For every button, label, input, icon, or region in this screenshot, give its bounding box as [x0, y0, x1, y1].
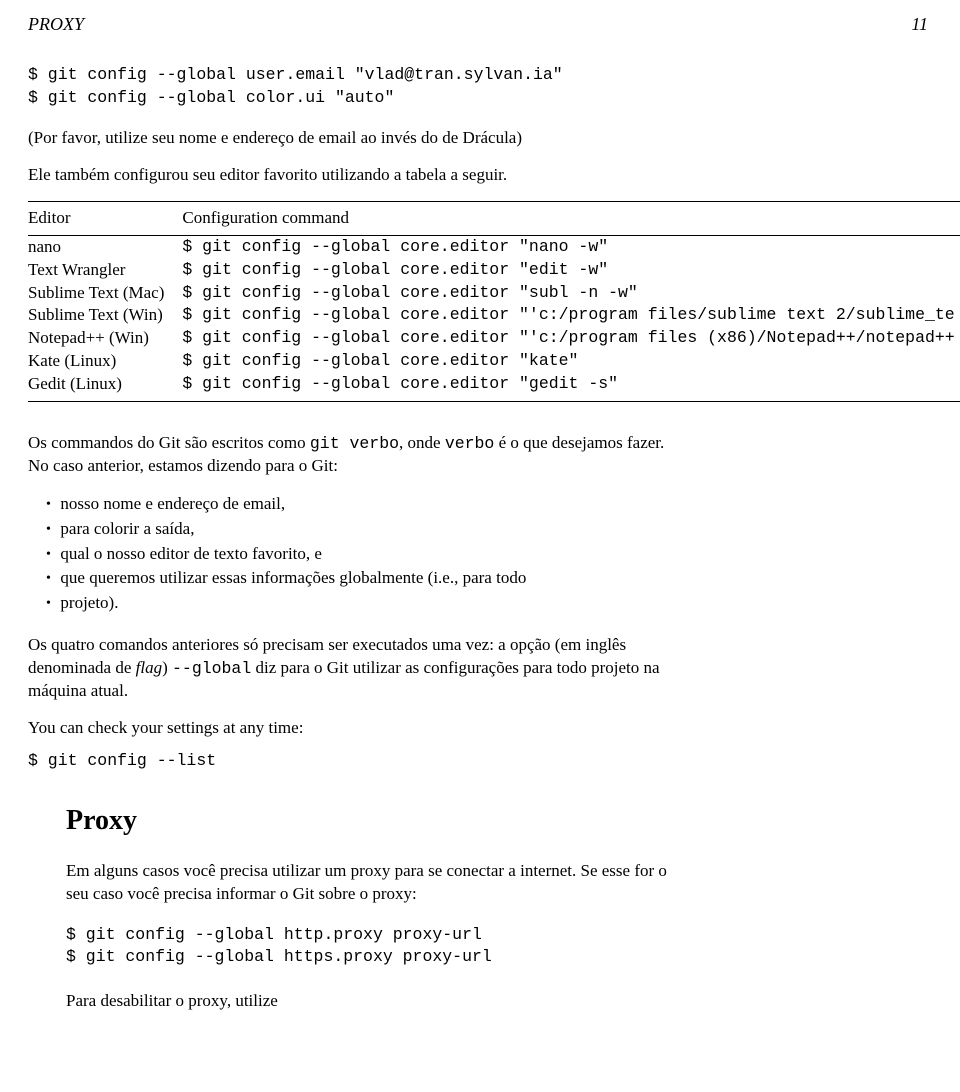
- code-block-list: $ git config --list: [28, 750, 960, 772]
- editor-name: Notepad++ (Win): [28, 327, 182, 350]
- running-head: PROXY 11: [28, 12, 960, 36]
- paragraph: You can check your settings at any time:: [28, 717, 678, 740]
- editor-name: Text Wrangler: [28, 259, 182, 282]
- editor-name: nano: [28, 236, 182, 259]
- editor-command: $ git config --global core.editor "gedit…: [182, 373, 960, 401]
- editor-name: Gedit (Linux): [28, 373, 182, 401]
- running-head-right: 11: [911, 12, 928, 36]
- list-item: nosso nome e endereço de email,: [46, 492, 960, 517]
- paragraph: Ele também configurou seu editor favorit…: [28, 164, 668, 187]
- editor-name: Sublime Text (Mac): [28, 282, 182, 305]
- editor-command: $ git config --global core.editor "subl …: [182, 282, 960, 305]
- section-proxy: Proxy Em alguns casos você precisa utili…: [66, 802, 960, 1013]
- paragraph: Os commandos do Git são escritos como gi…: [28, 432, 678, 478]
- editor-command: $ git config --global core.editor "edit …: [182, 259, 960, 282]
- list-item: qual o nosso editor de texto favorito, e: [46, 542, 960, 567]
- table-header: Editor: [28, 202, 182, 235]
- code-block-config: $ git config --global user.email "vlad@t…: [28, 64, 960, 109]
- editor-name: Sublime Text (Win): [28, 304, 182, 327]
- list-item: para colorir a saída,: [46, 517, 960, 542]
- table-row: Text Wrangler $ git config --global core…: [28, 259, 960, 282]
- editor-name: Kate (Linux): [28, 350, 182, 373]
- table-row: Sublime Text (Mac) $ git config --global…: [28, 282, 960, 305]
- editor-command: $ git config --global core.editor "'c:/p…: [182, 304, 960, 327]
- editor-table: Editor Configuration command nano $ git …: [28, 202, 960, 402]
- table-header: Configuration command: [182, 202, 960, 235]
- editor-command: $ git config --global core.editor "nano …: [182, 236, 960, 259]
- table-row: Gedit (Linux) $ git config --global core…: [28, 373, 960, 401]
- list-item: que queremos utilizar essas informações …: [46, 566, 960, 591]
- bullet-list: nosso nome e endereço de email, para col…: [46, 492, 960, 615]
- editor-command: $ git config --global core.editor "'c:/p…: [182, 327, 960, 350]
- paragraph: Em alguns casos você precisa utilizar um…: [66, 860, 682, 906]
- paragraph: Para desabilitar o proxy, utilize: [66, 990, 682, 1013]
- editor-table-wrap: Editor Configuration command nano $ git …: [28, 201, 960, 403]
- paragraph: Os quatro comandos anteriores só precisa…: [28, 634, 678, 703]
- editor-command: $ git config --global core.editor "kate": [182, 350, 960, 373]
- table-row: Sublime Text (Win) $ git config --global…: [28, 304, 960, 327]
- table-body: nano $ git config --global core.editor "…: [28, 235, 960, 402]
- table-row: nano $ git config --global core.editor "…: [28, 236, 960, 259]
- paragraph: (Por favor, utilize seu nome e endereço …: [28, 127, 668, 150]
- running-head-left: PROXY: [28, 12, 84, 36]
- table-row: Notepad++ (Win) $ git config --global co…: [28, 327, 960, 350]
- code-block-proxy: $ git config --global http.proxy proxy-u…: [66, 924, 682, 969]
- list-item: projeto).: [46, 591, 960, 616]
- section-title: Proxy: [66, 802, 960, 840]
- table-row: Kate (Linux) $ git config --global core.…: [28, 350, 960, 373]
